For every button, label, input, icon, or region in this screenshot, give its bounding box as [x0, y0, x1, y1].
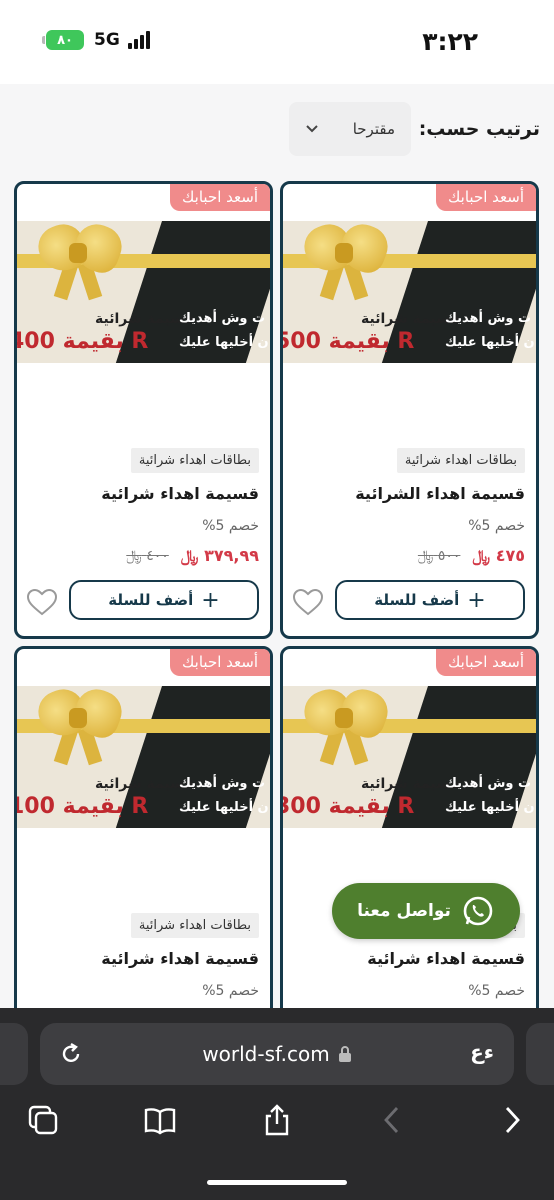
banner-value-text: بقيمة 400 R [17, 329, 149, 354]
whatsapp-icon [463, 896, 493, 926]
battery-icon: ٨٠ [42, 30, 84, 50]
category-tag[interactable]: بطاقات اهداء شرائية [130, 448, 259, 473]
banner-tagline-1: ت وش أهديك [445, 311, 532, 326]
discount-label: خصم 5% [202, 983, 259, 999]
address-bar[interactable]: world-sf.com ءع [40, 1023, 514, 1085]
discount-label: خصم 5% [202, 518, 259, 534]
price-row: ٣٧٩,٩٩ ﷼ ٤٠٠ ﷼ [126, 546, 259, 566]
add-to-cart-label: أضف للسلة [374, 591, 460, 609]
sort-bar: ترتيب حسب: مقترحا [0, 84, 554, 176]
plus-icon: + [467, 587, 486, 613]
forward-icon[interactable] [495, 1103, 529, 1137]
share-icon[interactable] [260, 1103, 294, 1137]
url-text: world-sf.com [202, 1042, 330, 1066]
heart-icon[interactable] [26, 588, 58, 616]
add-to-cart-label: أضف للسلة [108, 591, 194, 609]
status-bar: ٨٠ 5G ٣:٢٢ [0, 0, 554, 84]
discount-label: خصم 5% [468, 518, 525, 534]
category-tag[interactable]: بطاقات اهداء شرائية [396, 448, 525, 473]
banner-tagline-1: ت وش أهديك [179, 776, 266, 791]
riyal-symbol: ﷼ [472, 546, 491, 565]
next-tab-preview[interactable] [526, 1023, 554, 1085]
battery-level: ٨٠ [57, 32, 73, 48]
product-title[interactable]: قسيمة اهداء الشرائية [355, 484, 525, 503]
product-image[interactable]: قسيمة شرائية بقيمة 400 R ت وش أهديك ن أخ… [17, 221, 270, 363]
add-to-cart-button[interactable]: + أضف للسلة [69, 580, 259, 620]
sort-label: ترتيب حسب: [418, 118, 540, 140]
banner-value-text: بقيمة 300 R [283, 794, 415, 819]
product-title[interactable]: قسيمة اهداء شرائية [101, 949, 259, 968]
whatsapp-label: تواصل معنا [357, 901, 451, 921]
signal-icon [127, 31, 150, 49]
bookmarks-icon[interactable] [143, 1103, 177, 1137]
original-price: ٥٠٠ ﷼ [417, 548, 461, 564]
product-image[interactable]: قسيمة شرائية بقيمة 100 R ت وش أهديك ن أخ… [17, 686, 270, 828]
original-price: ٤٠٠ ﷼ [126, 548, 169, 564]
banner-tagline-1: ت وش أهديك [179, 311, 266, 326]
product-image[interactable]: قسيمة شرائية بقيمة 300 R ت وش أهديك ن أخ… [283, 686, 536, 828]
product-card[interactable]: أسعد احبابك قسيمة شرائية بقيمة 400 R ت و… [14, 181, 273, 639]
promo-badge: أسعد احبابك [436, 649, 536, 676]
home-indicator [207, 1180, 347, 1185]
reader-text-size-button[interactable]: ءع [470, 1040, 494, 1064]
banner-tagline-2: ن أخليها عليك [179, 800, 269, 815]
riyal-symbol: ﷼ [180, 546, 199, 565]
banner-tagline-1: ت وش أهديك [445, 776, 532, 791]
network-type: 5G [94, 30, 120, 50]
product-title[interactable]: قسيمة اهداء شرائية [367, 949, 525, 968]
sort-dropdown[interactable]: مقترحا [289, 102, 411, 156]
tabs-icon[interactable] [26, 1103, 60, 1137]
product-title[interactable]: قسيمة اهداء شرائية [101, 484, 259, 503]
banner-tagline-2: ن أخليها عليك [445, 800, 535, 815]
discount-label: خصم 5% [468, 983, 525, 999]
whatsapp-contact-button[interactable]: تواصل معنا [332, 883, 520, 939]
browser-toolbar [0, 1093, 554, 1153]
chevron-down-icon [305, 120, 319, 138]
banner-tagline-2: ن أخليها عليك [179, 335, 269, 350]
banner-value-text: بقيمة 500 R [283, 329, 415, 354]
lock-icon [338, 1046, 351, 1062]
category-tag[interactable]: بطاقات اهداء شرائية [130, 913, 259, 938]
promo-badge: أسعد احبابك [170, 184, 270, 211]
reload-icon[interactable] [58, 1041, 84, 1067]
clock: ٣:٢٢ [422, 27, 478, 56]
current-price: ٤٧٥ ﷼ [472, 546, 525, 565]
banner-tagline-2: ن أخليها عليك [445, 335, 535, 350]
status-indicators: ٨٠ 5G [42, 30, 150, 50]
back-icon[interactable] [376, 1103, 410, 1137]
current-price: ٣٧٩,٩٩ ﷼ [180, 546, 259, 565]
previous-tab-preview[interactable] [0, 1023, 28, 1085]
plus-icon: + [201, 587, 220, 613]
product-card[interactable]: أسعد احبابك قسيمة شرائية بقيمة 500 R ت و… [280, 181, 539, 639]
product-image[interactable]: قسيمة شرائية بقيمة 500 R ت وش أهديك ن أخ… [283, 221, 536, 363]
promo-badge: أسعد احبابك [170, 649, 270, 676]
promo-badge: أسعد احبابك [436, 184, 536, 211]
banner-value-text: بقيمة 100 R [17, 794, 149, 819]
add-to-cart-button[interactable]: + أضف للسلة [335, 580, 525, 620]
heart-icon[interactable] [292, 588, 324, 616]
price-row: ٤٧٥ ﷼ ٥٠٠ ﷼ [418, 546, 525, 566]
sort-selected-value: مقترحا [352, 120, 395, 138]
